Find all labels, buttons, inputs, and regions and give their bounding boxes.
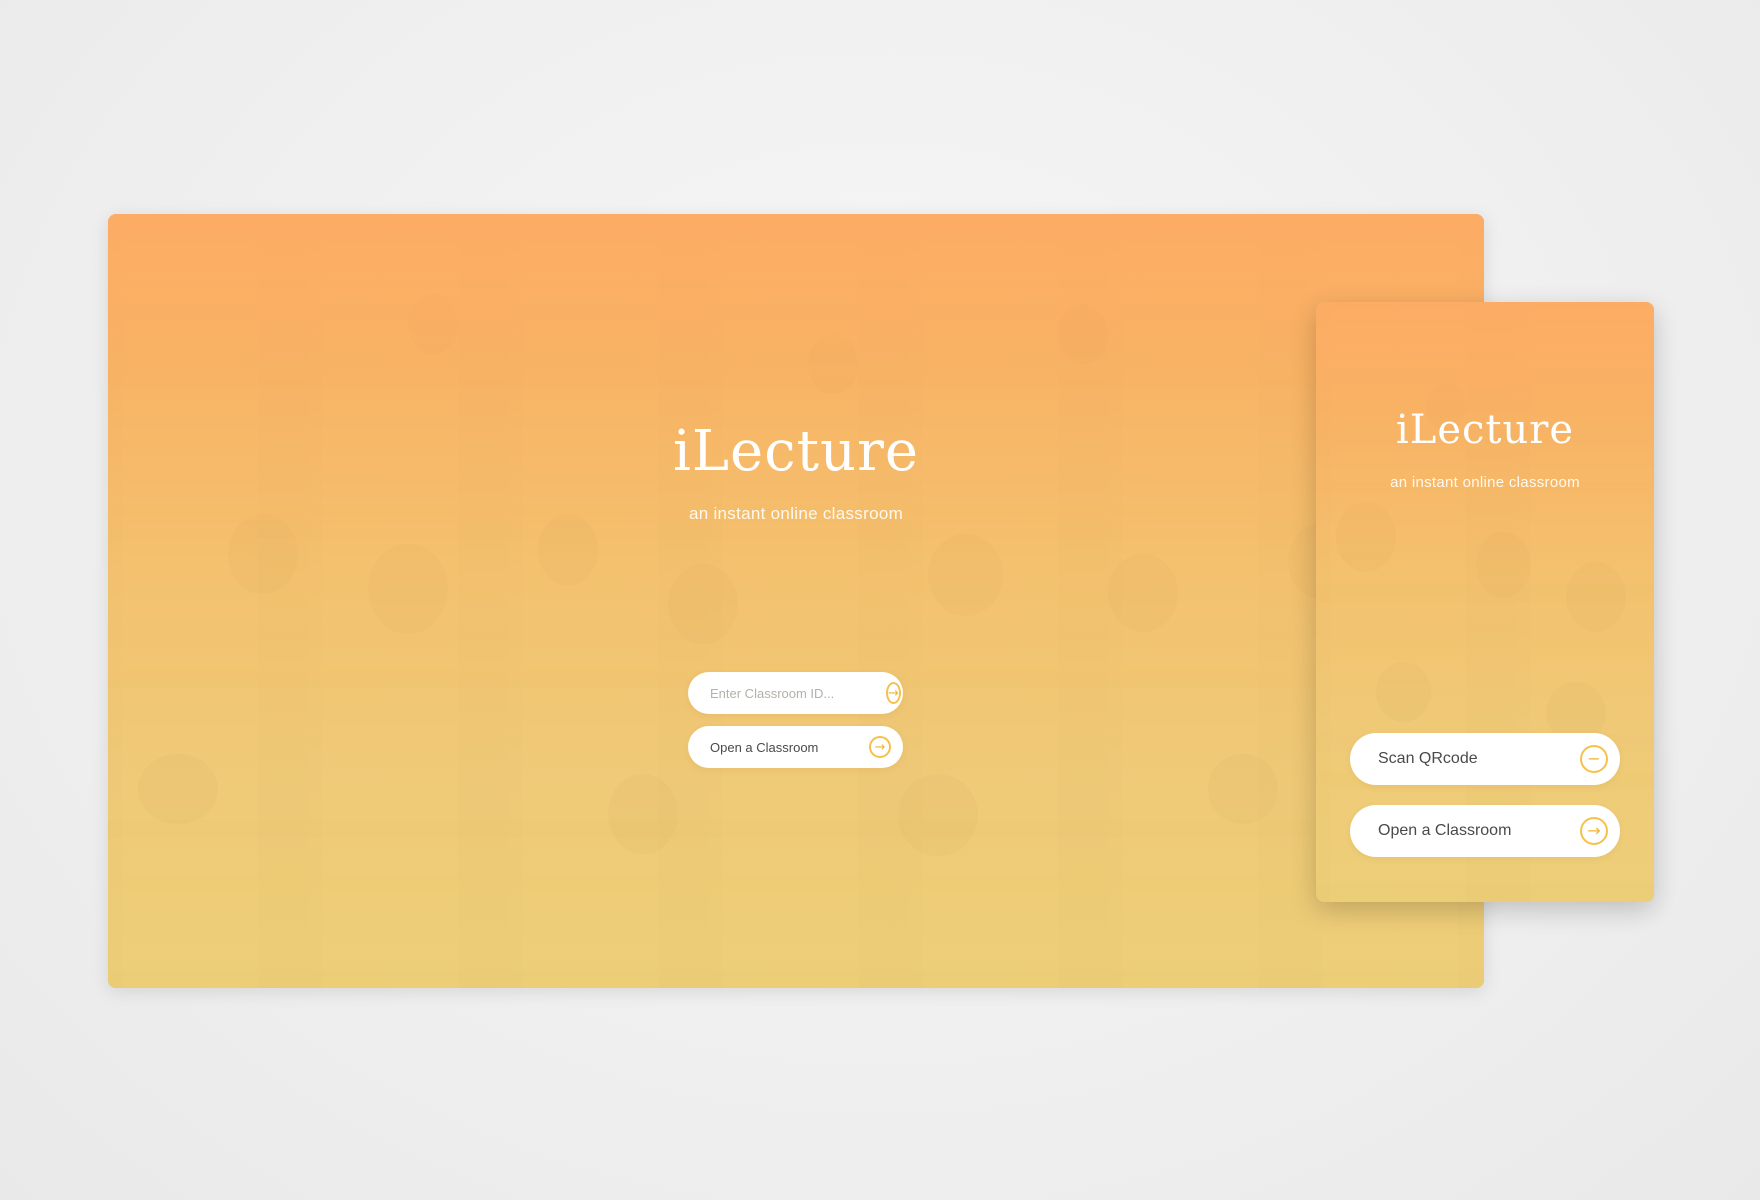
open-classroom-label: Open a Classroom <box>710 739 819 755</box>
app-logo-title: iLecture <box>672 419 920 484</box>
classroom-id-field[interactable]: → <box>688 672 903 714</box>
arrow-right-icon[interactable]: → <box>886 682 901 704</box>
scan-qrcode-button[interactable]: Scan QRcode − <box>1350 733 1620 785</box>
orange-gradient-overlay <box>108 214 1484 988</box>
app-tagline: an instant online classroom <box>688 504 904 523</box>
scan-qrcode-label: Scan QRcode <box>1378 750 1478 767</box>
classroom-id-input[interactable] <box>710 685 886 701</box>
presentation-canvas: iLecture an instant online classroom → O… <box>0 0 1760 1200</box>
minus-icon: − <box>1580 745 1608 773</box>
open-classroom-button[interactable]: Open a Classroom → <box>688 726 903 768</box>
arrow-right-icon: → <box>1580 817 1608 845</box>
arrow-right-icon: → <box>869 736 891 758</box>
desktop-mockup: iLecture an instant online classroom → O… <box>108 214 1484 988</box>
mobile-mockup: iLecture an instant online classroom Sca… <box>1316 302 1654 902</box>
app-tagline: an instant online classroom <box>1390 474 1580 491</box>
open-classroom-button[interactable]: Open a Classroom → <box>1350 805 1620 857</box>
open-classroom-label: Open a Classroom <box>1378 822 1512 839</box>
app-logo-title: iLecture <box>1395 407 1575 453</box>
